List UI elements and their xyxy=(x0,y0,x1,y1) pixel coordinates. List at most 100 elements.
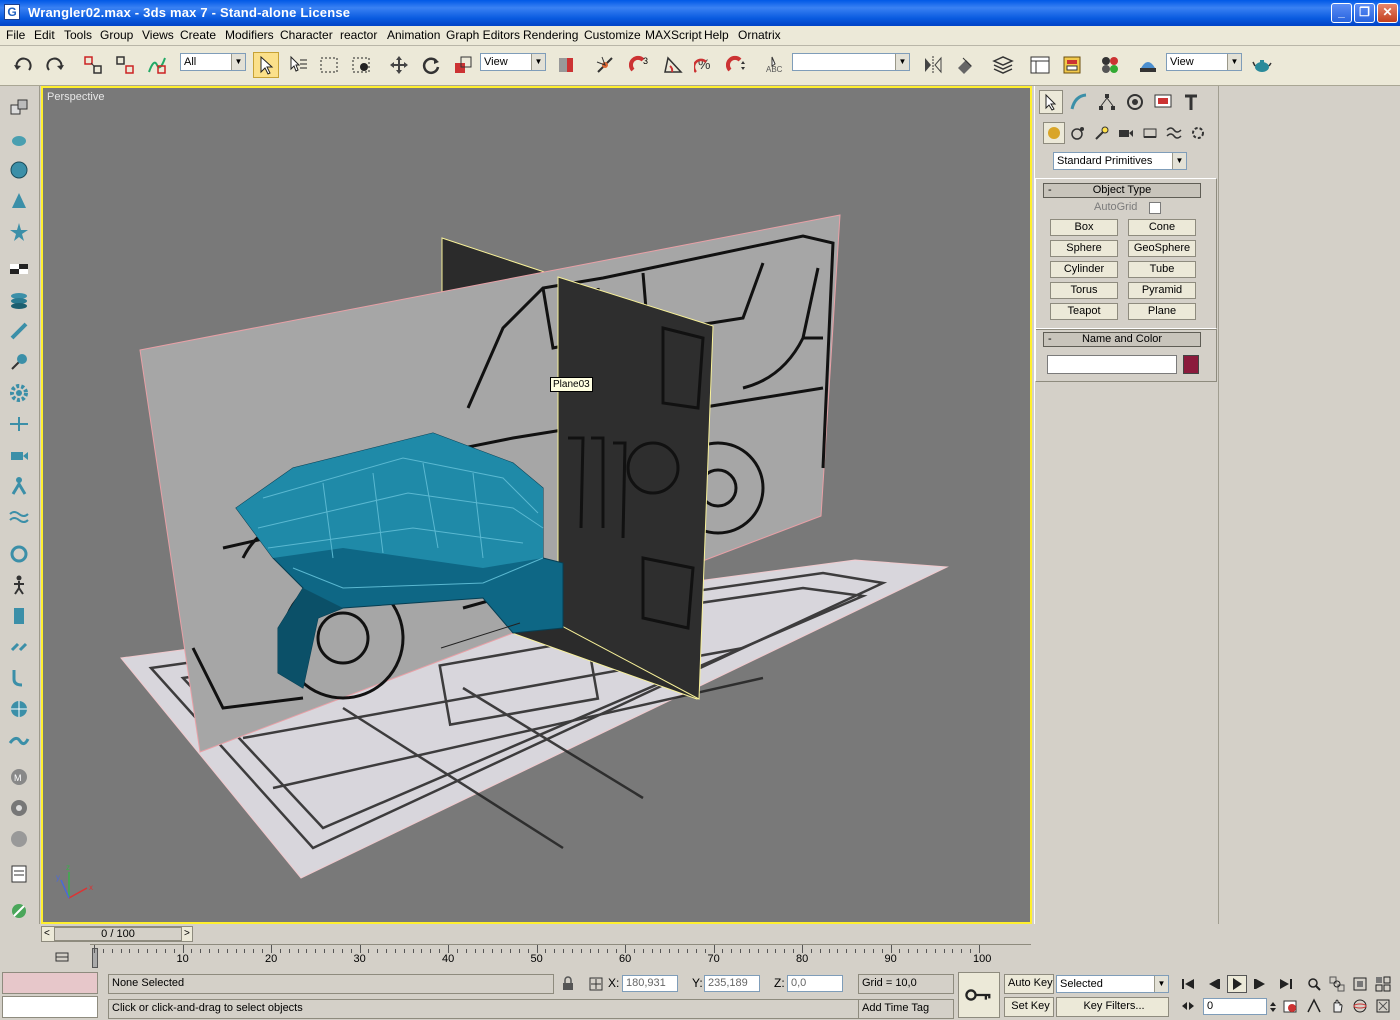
mirror-icon[interactable] xyxy=(920,52,946,78)
menu-maxscript[interactable]: MAXScript xyxy=(645,28,702,42)
object-name-input[interactable] xyxy=(1047,355,1177,374)
percent-snap-icon[interactable]: % xyxy=(692,52,718,78)
rectangular-selection-icon[interactable] xyxy=(316,52,342,78)
menu-create[interactable]: Create xyxy=(180,28,216,42)
menu-modifiers[interactable]: Modifiers xyxy=(225,28,274,42)
pyramid-button[interactable]: Pyramid xyxy=(1128,282,1196,299)
select-and-move-icon[interactable] xyxy=(386,52,412,78)
create-star-icon[interactable] xyxy=(6,219,32,245)
select-by-name-icon[interactable] xyxy=(285,52,311,78)
angle-snap-icon[interactable] xyxy=(660,52,686,78)
select-object-icon[interactable] xyxy=(253,52,279,78)
previous-frame-icon[interactable] xyxy=(1204,975,1224,993)
create-tab-icon[interactable] xyxy=(1039,90,1063,114)
select-and-scale-icon[interactable] xyxy=(450,52,476,78)
zoom-icon[interactable] xyxy=(1304,975,1324,993)
hierarchy-tab-icon[interactable] xyxy=(1095,90,1119,114)
auto-key-button[interactable]: Auto Key xyxy=(1004,974,1054,994)
key-mode-toggle-icon[interactable] xyxy=(1178,997,1198,1015)
create-checker-icon[interactable] xyxy=(6,256,32,282)
cone-button[interactable]: Cone xyxy=(1128,219,1196,236)
lights-category-icon[interactable] xyxy=(1091,122,1113,144)
unlink-selection-icon[interactable] xyxy=(112,52,138,78)
teapot-button[interactable]: Teapot xyxy=(1050,303,1118,320)
layer-manager-icon[interactable] xyxy=(990,52,1016,78)
autogrid-checkbox[interactable] xyxy=(1149,202,1161,214)
pivot-center-icon[interactable] xyxy=(553,52,579,78)
geosphere-button[interactable]: GeoSphere xyxy=(1128,240,1196,257)
helpers-category-icon[interactable] xyxy=(1139,122,1161,144)
maxscript-listener[interactable] xyxy=(2,972,98,994)
spinner-snap-icon[interactable] xyxy=(724,52,750,78)
sphere-button[interactable]: Sphere xyxy=(1050,240,1118,257)
toggle-trackbar-icon[interactable] xyxy=(52,948,72,966)
cameras-category-icon[interactable] xyxy=(1115,122,1137,144)
next-frame-icon[interactable] xyxy=(1250,975,1270,993)
render-settings-icon[interactable] xyxy=(6,795,32,821)
time-slider-next[interactable]: > xyxy=(184,928,190,939)
tube-button[interactable]: Tube xyxy=(1128,261,1196,278)
zoom-extents-icon[interactable] xyxy=(1350,975,1370,993)
create-figure-icon[interactable] xyxy=(6,473,32,499)
material-icon[interactable]: M xyxy=(6,764,32,790)
modifier-link-icon[interactable] xyxy=(6,634,32,660)
edit-named-selection-icon[interactable]: ABC xyxy=(762,52,788,78)
selection-filter-dropdown[interactable]: All ▼ xyxy=(180,53,246,71)
window-crossing-icon[interactable] xyxy=(348,52,374,78)
modifier-bend-icon[interactable] xyxy=(6,665,32,691)
torus-button[interactable]: Torus xyxy=(1050,282,1118,299)
create-layers-icon[interactable] xyxy=(6,287,32,313)
create-wave-icon[interactable] xyxy=(6,504,32,530)
geometry-category-icon[interactable] xyxy=(1043,122,1065,144)
menu-customize[interactable]: Customize xyxy=(584,28,641,42)
create-bone-icon[interactable] xyxy=(6,318,32,344)
systems-category-icon[interactable] xyxy=(1187,122,1209,144)
set-key-button[interactable]: Set Key xyxy=(1004,997,1054,1017)
x-coordinate-field[interactable]: 180,931 xyxy=(622,975,678,992)
create-gear-icon[interactable] xyxy=(6,380,32,406)
select-and-rotate-icon[interactable] xyxy=(418,52,444,78)
object-type-header[interactable]: - Object Type xyxy=(1043,183,1201,198)
perspective-viewport[interactable]: Perspective x y z Plane03 xyxy=(41,86,1032,924)
key-mode-dropdown[interactable]: Selected ▼ xyxy=(1056,975,1169,993)
primitive-category-dropdown[interactable]: Standard Primitives ▼ xyxy=(1053,152,1187,170)
modifier-cylinder-icon[interactable] xyxy=(6,603,32,629)
time-slider-prev[interactable]: < xyxy=(44,928,50,939)
material-editor-icon[interactable] xyxy=(1097,52,1123,78)
menu-tools[interactable]: Tools xyxy=(64,28,92,42)
object-color-swatch[interactable] xyxy=(1183,355,1199,374)
quick-render-icon[interactable] xyxy=(1249,52,1275,78)
create-camera-icon[interactable] xyxy=(6,442,32,468)
time-slider[interactable]: < 0 / 100 > xyxy=(41,926,193,942)
modifier-turbo-icon[interactable] xyxy=(6,696,32,722)
lock-selection-icon[interactable] xyxy=(558,975,578,993)
create-teapot-icon[interactable] xyxy=(6,126,32,152)
menu-ornatrix[interactable]: Ornatrix xyxy=(738,28,781,42)
zoom-all-icon[interactable] xyxy=(1327,975,1347,993)
arc-rotate-icon[interactable] xyxy=(1350,997,1370,1015)
create-helper-icon[interactable] xyxy=(6,411,32,437)
reference-coordinate-dropdown[interactable]: View ▼ xyxy=(480,53,546,71)
curve-editor-icon[interactable] xyxy=(1027,52,1053,78)
reactor-icon[interactable] xyxy=(6,898,32,924)
maxscript-mini-listener[interactable] xyxy=(2,996,98,1018)
minimize-button[interactable]: _ xyxy=(1331,3,1352,23)
align-icon[interactable] xyxy=(952,52,978,78)
plane-button[interactable]: Plane xyxy=(1128,303,1196,320)
maximize-viewport-icon[interactable] xyxy=(1373,997,1393,1015)
menu-edit[interactable]: Edit xyxy=(34,28,55,42)
menu-animation[interactable]: Animation xyxy=(387,28,440,42)
box-button[interactable]: Box xyxy=(1050,219,1118,236)
modifier-spline-icon[interactable] xyxy=(6,727,32,753)
create-sphere-icon[interactable] xyxy=(6,157,32,183)
restore-button[interactable]: ❐ xyxy=(1354,3,1375,23)
menu-views[interactable]: Views xyxy=(142,28,174,42)
time-configuration-icon[interactable] xyxy=(1280,997,1300,1015)
menu-rendering[interactable]: Rendering xyxy=(523,28,578,42)
y-coordinate-field[interactable]: 235,189 xyxy=(704,975,760,992)
named-selection-dropdown[interactable]: ▼ xyxy=(792,53,910,71)
notes-icon[interactable] xyxy=(6,861,32,887)
z-coordinate-field[interactable]: 0,0 xyxy=(787,975,843,992)
modifier-twist-icon[interactable] xyxy=(6,541,32,567)
snaps-toggle-icon[interactable]: 3 xyxy=(627,52,653,78)
